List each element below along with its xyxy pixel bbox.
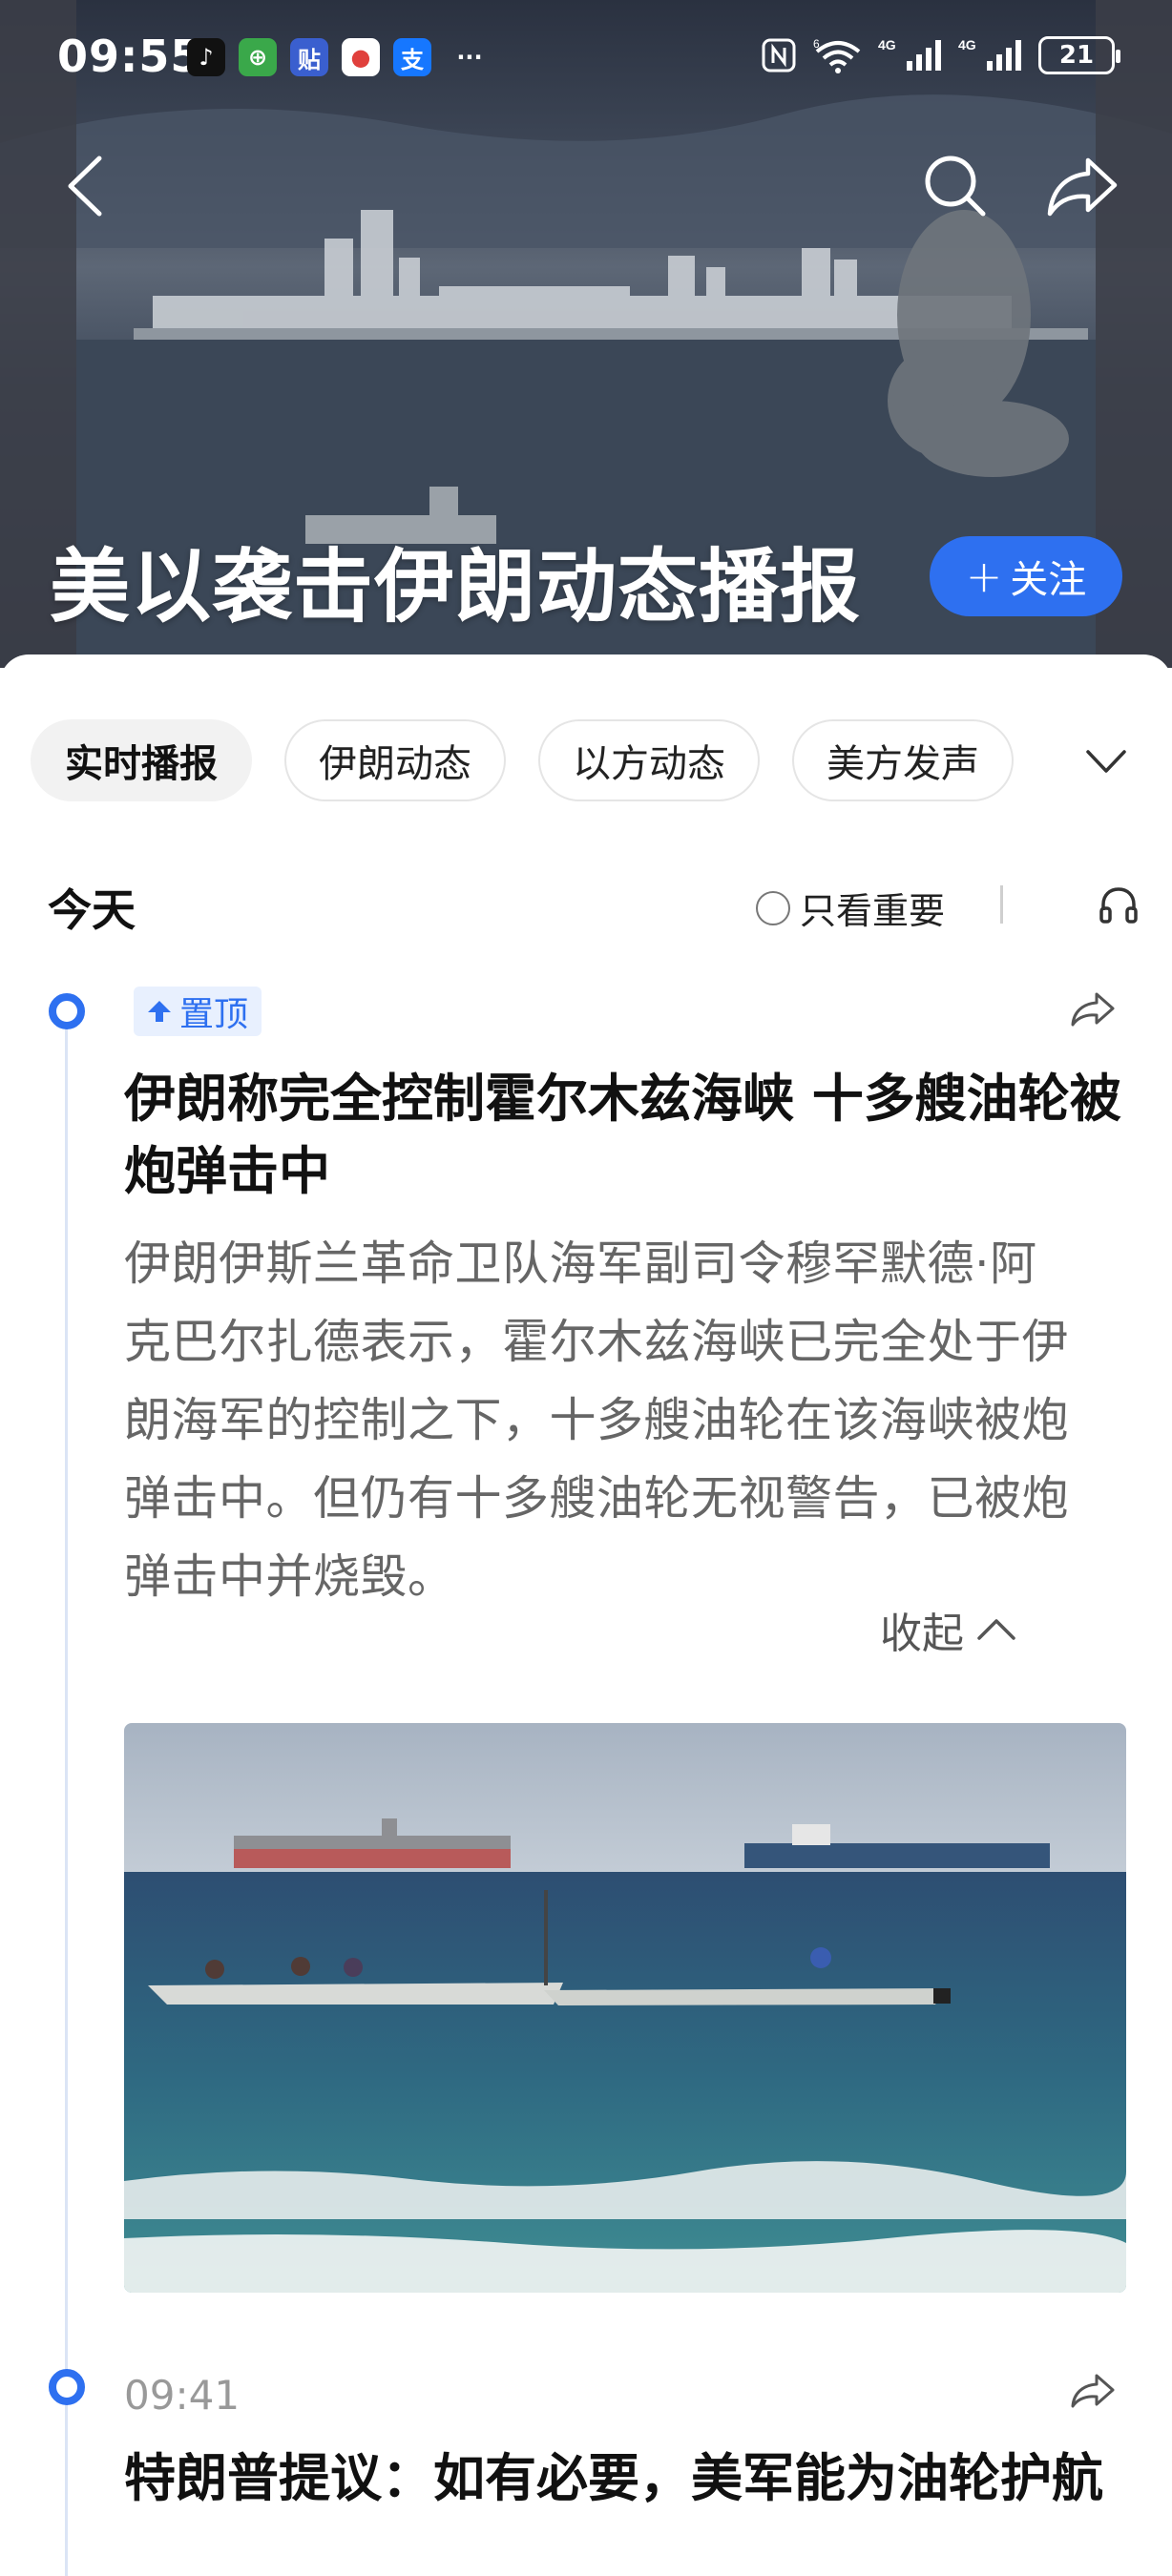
collapse-button[interactable]: 收起: [880, 1599, 1017, 1660]
system-indicators: 6 4G 4G 21: [760, 36, 1120, 74]
alipay-icon: 支: [393, 38, 431, 76]
collapse-label: 收起: [880, 1610, 964, 1658]
pinned-badge: 置顶: [134, 987, 262, 1036]
share-icon[interactable]: [1069, 2372, 1117, 2410]
only-important-label: 只看重要: [800, 890, 946, 932]
news-title[interactable]: 特朗普提议：如有必要，美军能为油轮护航: [124, 2442, 1126, 2515]
tab-live[interactable]: 实时播报: [31, 719, 252, 801]
search-icon[interactable]: [922, 153, 989, 219]
wifi-icon: 6: [813, 37, 861, 73]
only-important-toggle[interactable]: 只看重要: [756, 882, 945, 934]
day-label: 今天: [48, 884, 136, 936]
status-bar: 09:55 ♪ ⊕ 贴 ● 支 ··· 6 4G 4G 21: [0, 0, 1172, 114]
news-title[interactable]: 伊朗称完全控制霍尔木兹海峡 十多艘油轮被炮弹击中: [124, 1063, 1126, 1208]
nfc-icon: [762, 38, 796, 73]
back-arrow-icon[interactable]: [57, 153, 115, 219]
follow-label: 关注: [1010, 558, 1087, 602]
battery-indicator: 21: [1038, 36, 1120, 74]
plus-icon: +: [965, 551, 1003, 602]
pinned-label: 置顶: [179, 995, 249, 1034]
share-icon[interactable]: [1069, 990, 1117, 1028]
cell-signal-icon-1: 4G: [878, 37, 941, 71]
page-title: 美以袭击伊朗动态播报: [50, 540, 862, 634]
news-photo[interactable]: [124, 1723, 1126, 2293]
more-notifications-icon: ···: [456, 44, 483, 71]
news-body: 伊朗伊斯兰革命卫队海军副司令穆罕默德·阿 克巴尔扎德表示，霍尔木兹海峡已完全处于…: [124, 1236, 1070, 1604]
svg-text:4G: 4G: [958, 37, 976, 52]
map-pin-app-icon: ●: [342, 38, 380, 76]
svg-text:6: 6: [813, 37, 820, 51]
green-app-icon: ⊕: [239, 38, 277, 76]
chevron-down-icon[interactable]: [1084, 742, 1128, 780]
cell-signal-icon-2: 4G: [958, 37, 1021, 71]
chevron-up-icon: [977, 1619, 1015, 1640]
arrow-up-icon: [148, 1001, 171, 1022]
timeline-dot: [49, 993, 85, 1029]
share-icon[interactable]: [1046, 153, 1119, 219]
news-time: 09:41: [124, 2372, 241, 2419]
tieba-icon: 贴: [290, 38, 328, 76]
notification-app-icons: ♪ ⊕ 贴 ● 支 ···: [187, 38, 489, 76]
follow-button[interactable]: + 关注: [930, 536, 1122, 616]
timeline-dot: [49, 2369, 85, 2405]
tab-us[interactable]: 美方发声: [792, 719, 1014, 801]
feed-toolbar: 今天 只看重要: [48, 876, 1138, 936]
tiktok-icon: ♪: [187, 38, 225, 76]
category-tabs: 实时播报 伊朗动态 以方动态 美方发声: [31, 719, 1014, 801]
svg-text:4G: 4G: [878, 37, 896, 52]
tab-israel[interactable]: 以方动态: [538, 719, 760, 801]
divider: [1000, 885, 1003, 924]
timeline-line: [65, 996, 68, 2576]
status-time: 09:55: [57, 31, 202, 82]
content-sheet: 实时播报 伊朗动态 以方动态 美方发声 今天 只看重要 置顶 伊朗称完全控制霍尔…: [0, 654, 1172, 2576]
tab-iran[interactable]: 伊朗动态: [284, 719, 506, 801]
headphones-icon[interactable]: [1096, 882, 1141, 927]
radio-circle-icon: [756, 890, 790, 925]
